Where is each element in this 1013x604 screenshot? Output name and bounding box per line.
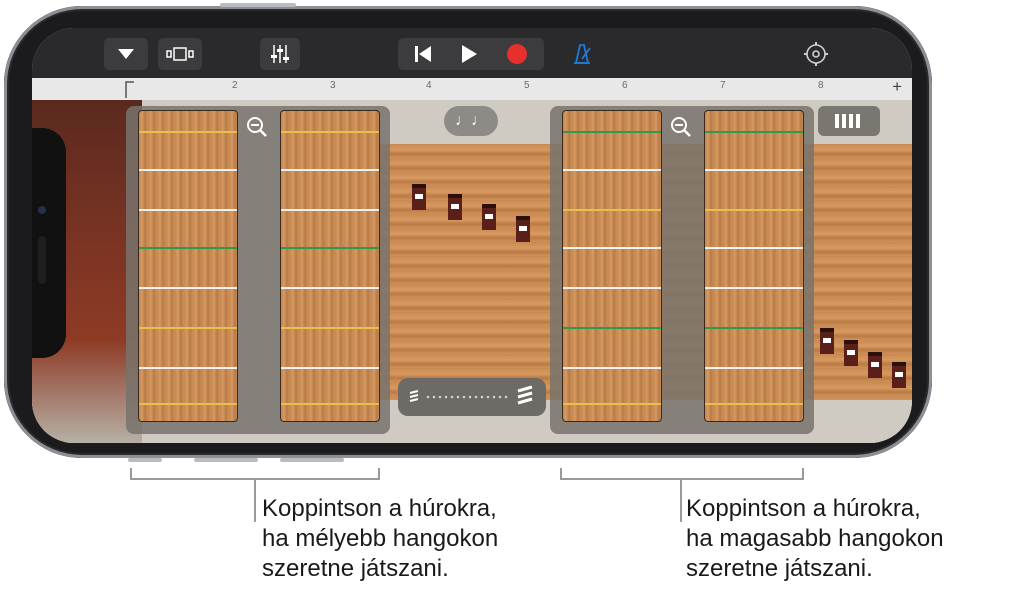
string-bridge [892, 362, 906, 388]
volume-button [280, 458, 344, 462]
string-bridge [844, 340, 858, 366]
notes-icon: ♩♩ [455, 112, 487, 129]
right-callout-text: Koppintson a húrokra, ha magasabb hangok… [686, 495, 944, 582]
metronome-icon [574, 44, 591, 64]
mixer-button[interactable] [260, 38, 300, 70]
volume-button [128, 458, 162, 462]
view-toggle-button[interactable] [158, 38, 202, 70]
browser-menu-button[interactable] [104, 38, 148, 70]
low-string-strip[interactable] [138, 110, 238, 422]
string-bridge [412, 184, 426, 210]
iphone-frame: 2 3 4 5 6 7 8 + ♩♩ [4, 3, 932, 462]
playhead-icon[interactable] [124, 80, 136, 98]
volume-button [194, 458, 258, 462]
control-bar [32, 28, 912, 78]
settings-button[interactable] [796, 38, 836, 70]
ruler-mark: 4 [426, 80, 432, 91]
zoom-out-icon[interactable] [670, 116, 692, 138]
ruler-mark: 6 [622, 80, 628, 91]
record-icon [507, 44, 527, 64]
play-button[interactable] [445, 44, 493, 64]
low-strings-panel [126, 106, 390, 434]
speaker-slot [38, 236, 46, 284]
string-bridge [448, 194, 462, 220]
triangle-down-icon [118, 49, 134, 59]
ruler-mark: 8 [818, 80, 824, 91]
ruler-mark: 7 [720, 80, 726, 91]
glissando-slider-icon [409, 385, 533, 405]
metronome-button[interactable] [562, 38, 602, 70]
low-string-strip[interactable] [280, 110, 380, 422]
play-icon [462, 45, 477, 63]
go-to-beginning-button[interactable] [401, 45, 445, 63]
string-layout-button[interactable] [818, 106, 880, 136]
timeline-ruler[interactable]: 2 3 4 5 6 7 8 + [32, 77, 912, 101]
add-section-button[interactable]: + [892, 77, 902, 97]
camera-icon [38, 206, 46, 214]
string-bridge [516, 216, 530, 242]
string-bridge [868, 352, 882, 378]
tracks-view-icon [166, 47, 194, 61]
skip-back-icon [415, 46, 431, 62]
ruler-mark: 3 [330, 80, 336, 91]
high-string-strip[interactable] [704, 110, 804, 422]
ruler-mark: 5 [524, 80, 530, 91]
sliders-icon [271, 45, 289, 63]
transport-group [398, 38, 544, 70]
sensor-housing [32, 128, 66, 358]
app-screen: 2 3 4 5 6 7 8 + ♩♩ [32, 28, 912, 443]
glissando-control[interactable] [398, 378, 546, 416]
high-strings-panel [550, 106, 814, 434]
ruler-mark: 2 [232, 80, 238, 91]
notes-button[interactable]: ♩♩ [444, 106, 498, 136]
right-callout-line [680, 478, 682, 522]
zoom-out-icon[interactable] [246, 116, 268, 138]
high-string-strip[interactable] [562, 110, 662, 422]
right-callout-bracket [560, 468, 804, 480]
record-button[interactable] [493, 43, 541, 65]
side-button [220, 3, 296, 7]
string-bridge [820, 328, 834, 354]
left-callout-text: Koppintson a húrokra, ha mélyebb hangoko… [262, 495, 499, 582]
gear-icon [804, 42, 828, 66]
string-bridge [482, 204, 496, 230]
strings-icon [835, 114, 860, 128]
left-callout-line [254, 478, 256, 522]
